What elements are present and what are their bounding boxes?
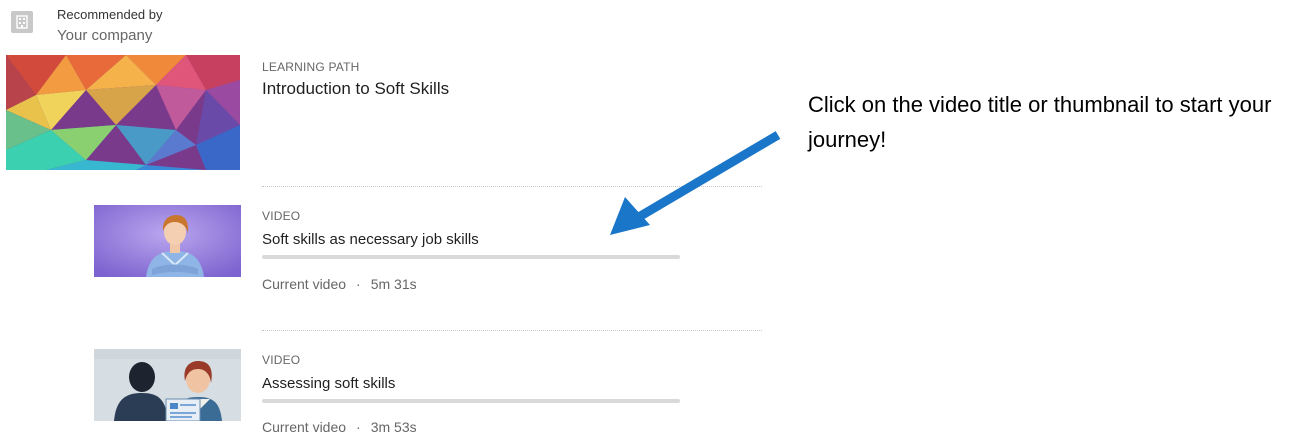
meta-separator: ·: [356, 276, 361, 292]
learning-path-thumbnail[interactable]: [6, 55, 240, 170]
meta-separator: ·: [356, 419, 361, 435]
video-meta-1: Current video · 5m 31s: [262, 276, 417, 292]
video-duration: 3m 53s: [370, 419, 417, 435]
learning-path-kicker: LEARNING PATH: [262, 60, 360, 74]
building-icon: [11, 11, 33, 33]
video-status: Current video: [262, 276, 347, 292]
progress-bar: [262, 399, 680, 403]
video-thumbnail-2[interactable]: [94, 349, 241, 421]
video-kicker: VIDEO: [262, 209, 301, 223]
progress-bar: [262, 255, 680, 259]
learning-path-title[interactable]: Introduction to Soft Skills: [262, 79, 449, 99]
pointer-arrow-icon: [610, 131, 781, 235]
divider: [262, 330, 762, 331]
recommended-by-label: Recommended by: [57, 7, 163, 22]
instruction-text: Click on the video title or thumbnail to…: [808, 92, 1272, 152]
video-kicker: VIDEO: [262, 353, 301, 367]
video-status: Current video: [262, 419, 347, 435]
recommended-by-source: Your company: [57, 27, 153, 44]
video-thumbnail-1[interactable]: [94, 205, 241, 277]
video-title-1[interactable]: Soft skills as necessary job skills: [262, 231, 479, 248]
video-title-2[interactable]: Assessing soft skills: [262, 375, 395, 392]
video-duration: 5m 31s: [370, 276, 417, 292]
video-meta-2: Current video · 3m 53s: [262, 419, 417, 435]
